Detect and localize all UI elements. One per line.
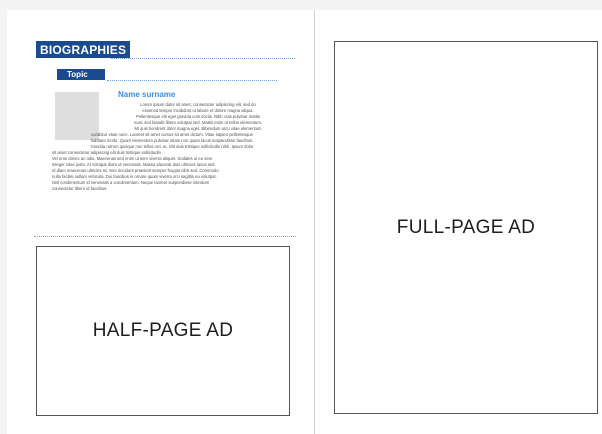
bio-name: Name surname — [118, 90, 176, 99]
bio-text-line: eiusmod tempor incididunt ut labore et d… — [142, 108, 254, 113]
full-page-ad-box: FULL-PAGE AD — [334, 41, 598, 414]
bio-text-line: nunc sed blandit libero volutpat sed. Ma… — [133, 120, 263, 125]
section-divider — [111, 58, 295, 59]
bio-text-line: Vel eros donec ac odio. Maecenas sed eni… — [52, 156, 213, 161]
bio-text-line: Pellentesque elit eget gravida cum socii… — [136, 114, 260, 119]
bio-text-line: Lorem ipsum dolor sit amet, consectetur … — [140, 102, 256, 107]
half-page-ad-label: HALF-PAGE AD — [92, 320, 234, 341]
bio-text-line: consectetur libero id faucibus. — [52, 186, 108, 191]
full-page-ad-label: FULL-PAGE AD — [396, 216, 536, 238]
bio-text-line: Mi quis hendrerit dolor magna eget. Bibe… — [134, 126, 262, 131]
bio-text-line: sit amet consectetur adipiscing elit dui… — [52, 150, 163, 155]
bio-text-line: integer vitae justo. At volutpat diam ut… — [52, 162, 216, 167]
bio-end-divider — [34, 236, 296, 237]
topic-label: Topic — [57, 69, 105, 80]
bio-text-line: curabitur vitae nunc. Laoreet sit amet c… — [91, 132, 253, 137]
half-page-ad-box: HALF-PAGE AD — [36, 246, 290, 416]
bio-text-line: Gravida rutrum quisque non tellus orci a… — [90, 144, 254, 149]
section-header: BIOGRAPHIES — [36, 41, 131, 58]
bio-text-line: habitant morbi. Quam elementum pulvinar … — [90, 138, 254, 143]
bio-text-line: nulla facilisi nullam vehicula. Dui fauc… — [52, 174, 217, 179]
magazine-spread: BIOGRAPHIES Topic Name surname Lorem ips… — [7, 10, 602, 434]
bio-text-line: Nisl condimentum id venenatis a condimen… — [52, 180, 210, 185]
bio-text-line: Id diam maecenas ultricies mi. Nec tinci… — [52, 168, 219, 173]
topic-divider — [107, 80, 277, 81]
page-divider — [314, 10, 315, 434]
